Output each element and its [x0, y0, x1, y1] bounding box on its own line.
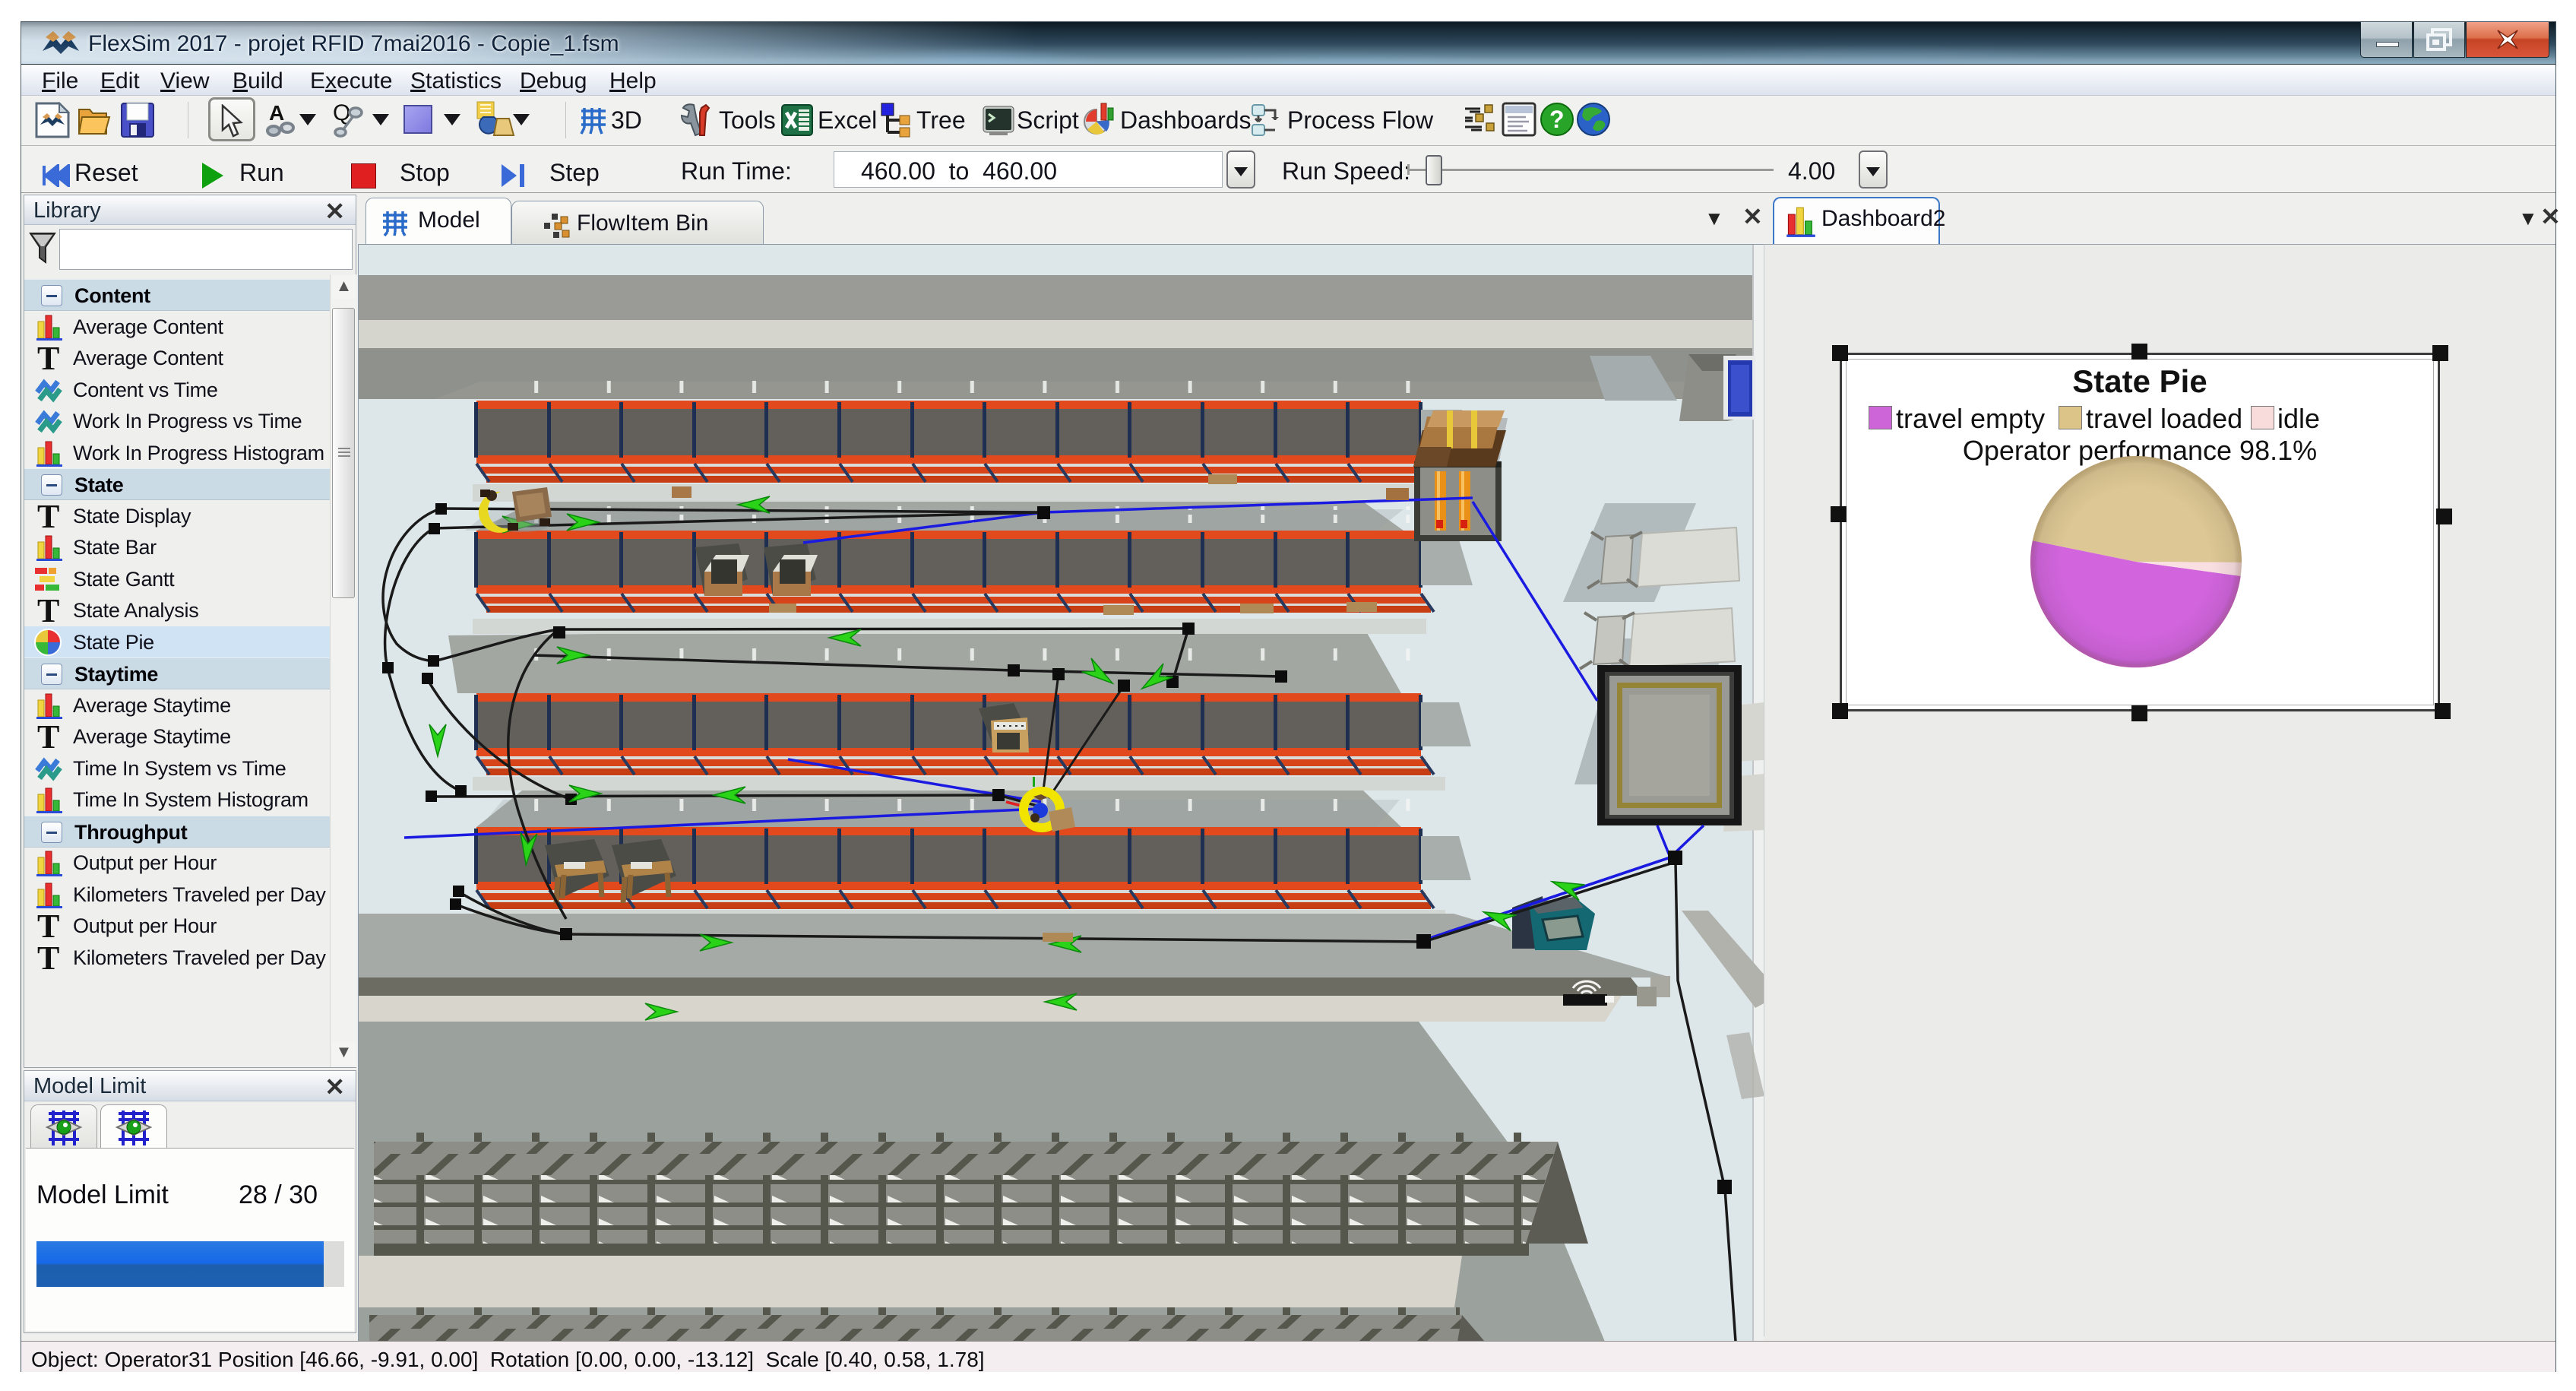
svg-text:A: A [269, 102, 284, 125]
svg-text:?: ? [1549, 106, 1565, 133]
